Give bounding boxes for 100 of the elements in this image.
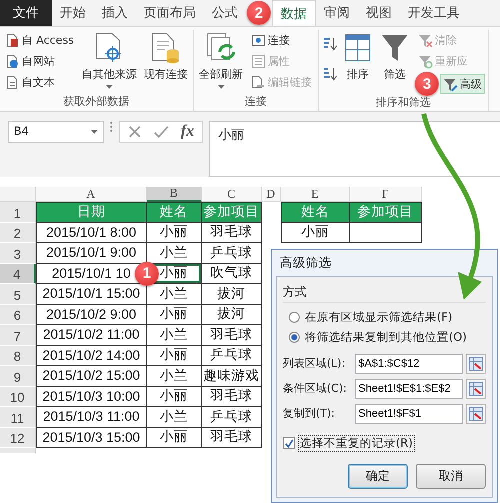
cancel-icon	[128, 125, 142, 139]
sort-icon	[343, 32, 374, 64]
table-cell: 乒乓球	[202, 346, 262, 366]
row-header[interactable]: 1	[0, 202, 36, 222]
table-cell: 羽毛球	[202, 222, 262, 243]
table-cell: 趣味游戏	[202, 366, 262, 386]
group-label: 排序和筛选	[375, 96, 432, 111]
row-header[interactable]: 11	[0, 407, 36, 428]
web-file-icon	[6, 54, 20, 68]
table-cell: 小丽	[147, 386, 202, 407]
input-field[interactable]: Sheet1!$F$1	[354, 404, 464, 424]
ribbon-tab[interactable]: 数据	[272, 0, 316, 26]
caret-icon	[91, 130, 98, 134]
ribbon-button[interactable]: 自文本	[3, 72, 58, 92]
input-field[interactable]: $A$1:$C$12	[354, 354, 464, 374]
checkbox[interactable]	[283, 437, 295, 449]
column-header[interactable]: D	[262, 187, 281, 202]
ribbon-button[interactable]: 现有连接	[142, 30, 190, 84]
ribbon-button[interactable]: 自其他来源	[80, 30, 140, 91]
dialog-title: 高级筛选	[280, 254, 332, 272]
radio-button[interactable]	[289, 312, 300, 322]
table-cell: 小丽	[281, 222, 350, 243]
radio-button[interactable]	[289, 332, 300, 342]
caret-icon	[106, 85, 114, 89]
group-label: 获取外部数据	[62, 95, 131, 110]
header-cell: 参加项目	[350, 202, 422, 222]
ribbon-button[interactable]: 自网站	[3, 51, 58, 71]
range-picker-button[interactable]	[466, 354, 486, 374]
insert-function-button[interactable]: fx	[181, 123, 194, 141]
caret-icon	[218, 85, 225, 89]
table-cell: 吹气球	[202, 264, 262, 284]
input-field[interactable]: Sheet1!$E$1:$E$2	[354, 378, 464, 398]
range-picker-button[interactable]	[466, 378, 486, 398]
table-cell: 2015/10/3 10:00	[36, 386, 147, 407]
table-cell: 羽毛球	[202, 386, 262, 407]
ribbon-tab[interactable]: 开发工具	[400, 0, 468, 26]
row-header[interactable]: 7	[0, 325, 36, 346]
list-icon	[251, 54, 266, 68]
ribbon-tab[interactable]: 开始	[52, 0, 94, 26]
column-header[interactable]: B	[147, 187, 202, 202]
ribbon-tab[interactable]: 页面布局	[136, 0, 204, 26]
table-cell: 拔河	[202, 304, 262, 325]
table-cell: 小兰	[147, 325, 202, 346]
column-header[interactable]: A	[36, 187, 147, 202]
table-cell: 乒乓球	[202, 243, 262, 264]
sort-ascending-icon	[322, 36, 338, 52]
step-badge: 3	[415, 72, 440, 96]
dialog-button[interactable]: 确定	[348, 464, 408, 489]
name-box[interactable]: B4	[8, 121, 104, 143]
ribbon-tab[interactable]: 文件	[0, 0, 52, 26]
option-label: 将筛选结果复制到其他位置(O)	[305, 330, 468, 344]
ribbon-tab[interactable]: 插入	[94, 0, 136, 26]
table-cell: 2015/10/2 9:00	[36, 304, 147, 325]
ribbon-tab[interactable]: 公式	[204, 0, 246, 26]
ribbon-button[interactable]: 自 Access	[3, 30, 78, 50]
field-label: 条件区域(C):	[283, 381, 348, 396]
formula-input[interactable]: 小丽	[209, 121, 500, 177]
table-cell: 2015/10/1 8:00	[36, 222, 147, 243]
table-cell: 2015/10/2 15:00	[36, 366, 147, 386]
table-cell: 小丽	[147, 428, 202, 448]
checkbox-label: 选择不重复的记录(R)	[298, 434, 415, 452]
range-picker-button[interactable]	[466, 404, 486, 424]
connection-icon	[251, 32, 266, 48]
text-file-icon	[6, 74, 20, 90]
dialog-button[interactable]: 取消	[416, 464, 486, 489]
table-cell: 小兰	[147, 407, 202, 428]
ribbon-button[interactable]: 连接	[248, 30, 294, 50]
table-cell: 2015/10/1 15:00	[36, 284, 147, 304]
header-cell: 日期	[36, 202, 147, 222]
option-label: 在原有区域显示筛选结果(F)	[305, 310, 453, 324]
filter-icon	[380, 32, 410, 64]
row-header[interactable]: 2	[0, 222, 36, 243]
range-picker-icon	[469, 406, 484, 420]
row-header[interactable]: 12	[0, 428, 36, 448]
row-header[interactable]: 4	[0, 264, 36, 284]
database-document-icon	[151, 32, 182, 64]
clear-filter-icon	[418, 32, 434, 48]
row-header[interactable]: 3	[0, 243, 36, 264]
reapply-filter-icon	[418, 54, 434, 68]
ribbon-tab[interactable]: 视图	[358, 0, 400, 26]
column-header[interactable]: E	[281, 187, 350, 202]
table-cell: 2015/10/2 14:00	[36, 346, 147, 366]
table-cell: 小丽	[147, 304, 202, 325]
sort-descending-icon	[322, 66, 338, 82]
row-header[interactable]: 5	[0, 284, 36, 304]
table-cell: 乒乓球	[202, 407, 262, 428]
row-header[interactable]: 10	[0, 386, 36, 407]
ribbon-button[interactable]: 高级	[440, 74, 486, 94]
ribbon-button[interactable]: 全部刷新	[197, 30, 246, 91]
range-picker-icon	[469, 382, 484, 396]
ribbon-tab[interactable]: 审阅	[316, 0, 358, 26]
row-header[interactable]: 6	[0, 304, 36, 325]
row-header[interactable]: 8	[0, 346, 36, 366]
table-cell: 2015/10/3 15:00	[36, 428, 147, 448]
column-header[interactable]: F	[350, 187, 422, 202]
ribbon-button[interactable]: 排序	[341, 30, 376, 84]
column-header[interactable]: C	[202, 187, 262, 202]
table-cell	[350, 222, 422, 243]
row-header[interactable]: 9	[0, 366, 36, 386]
ribbon-button[interactable]: 筛选	[378, 30, 412, 84]
